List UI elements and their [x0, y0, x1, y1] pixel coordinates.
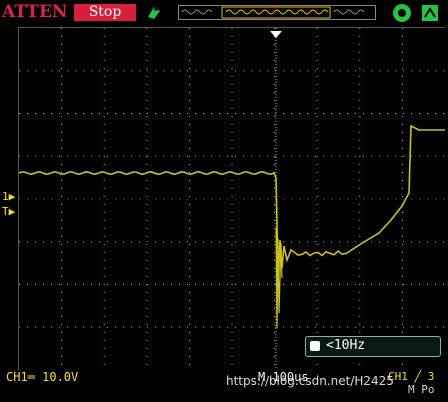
mode-label: M Po	[408, 383, 435, 396]
ch1-trigger-label[interactable]: CH1 ╱ 3	[388, 370, 434, 383]
settings-gear-icon[interactable]	[392, 3, 412, 23]
ch1-scale-label[interactable]: CH1═ 10.0V	[6, 370, 78, 384]
atten-label: ATTEN	[2, 2, 68, 22]
hold-icon[interactable]	[144, 3, 164, 23]
trigger-settings-icon[interactable]	[420, 3, 440, 23]
trigger-level-marker[interactable]: T▶	[2, 206, 15, 218]
frequency-readout: <10Hz	[326, 338, 366, 353]
waveform-limit-icon[interactable]	[178, 5, 376, 20]
trigger-frequency-icon	[310, 341, 320, 351]
top-status-bar: ATTEN Stop	[0, 0, 448, 26]
watermark-text: https://blog.csdn.net/H2425	[226, 374, 394, 388]
waveform-display[interactable]	[18, 27, 445, 370]
trigger-arrow-icon	[270, 31, 282, 38]
channel1-marker[interactable]: 1▶	[2, 191, 15, 203]
stop-button[interactable]: Stop	[74, 4, 136, 21]
frequency-readout-box: <10Hz	[305, 336, 441, 357]
